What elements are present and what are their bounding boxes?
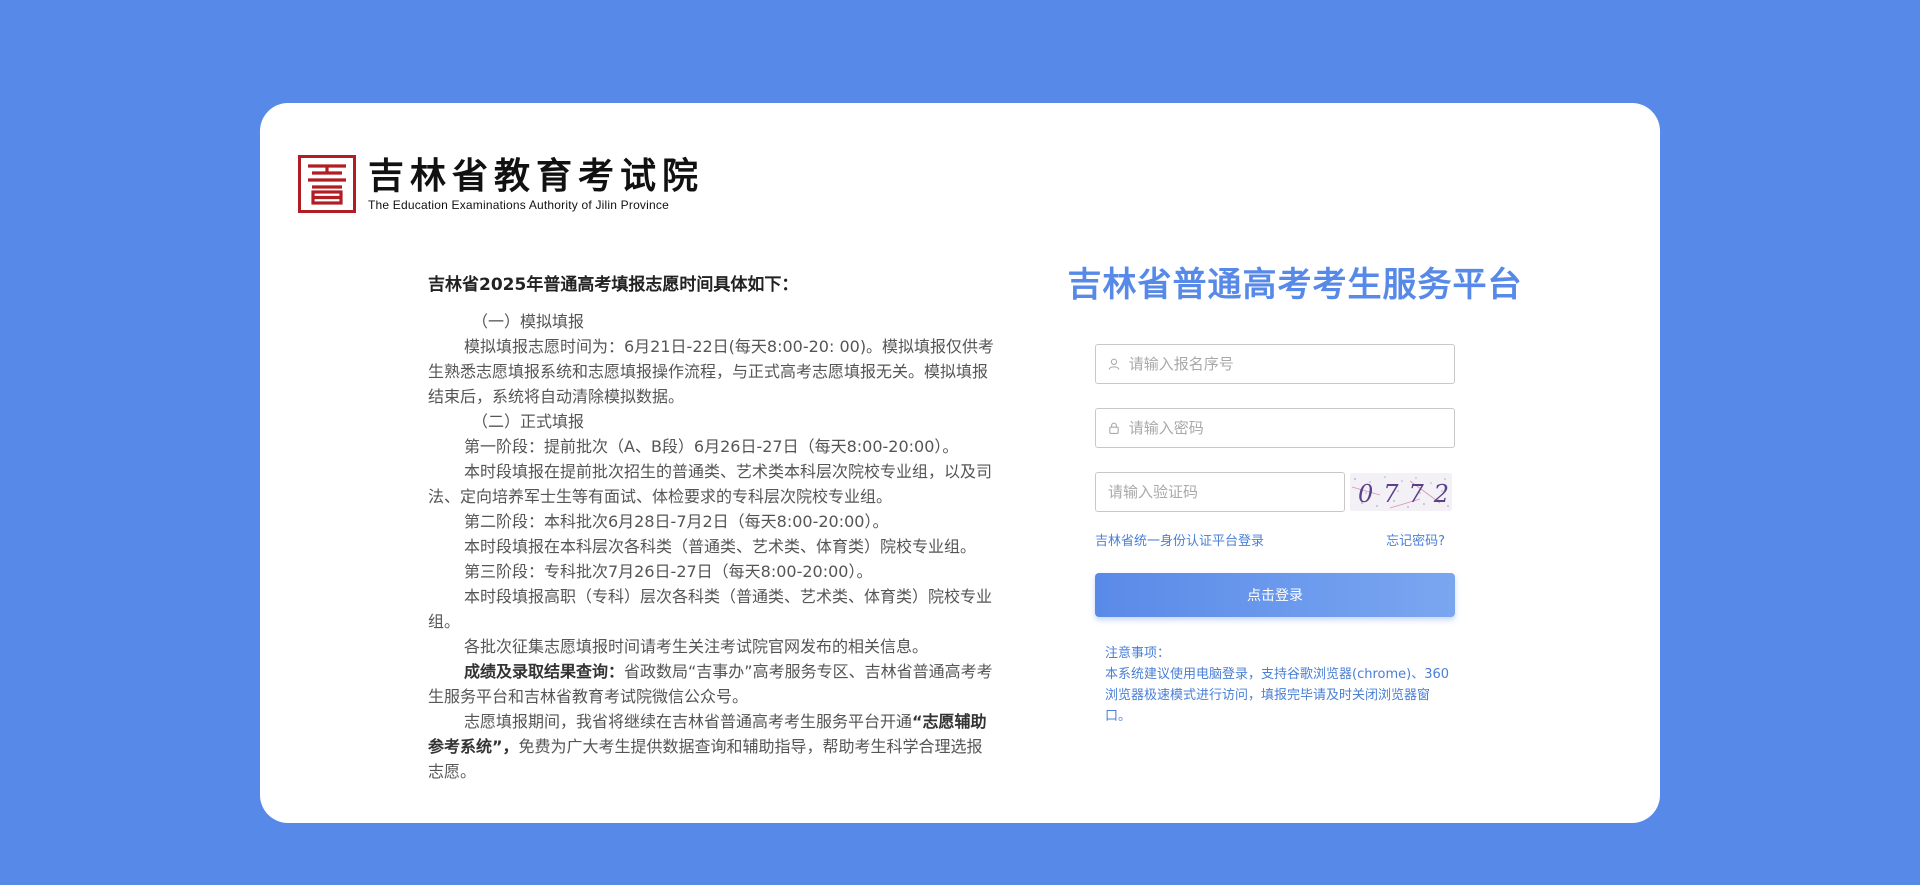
platform-title: 吉林省普通高考考生服务平台 (1067, 265, 1523, 305)
notice-aux-pre: 志愿填报期间，我省将继续在吉林省普通高考考生服务平台开通 (464, 712, 913, 731)
password-input[interactable] (1126, 409, 1454, 447)
unified-login-link[interactable]: 吉林省统一身份认证平台登录 (1095, 530, 1264, 549)
seal-logo-icon (298, 155, 356, 213)
notice-stage-2-body: 本时段填报在本科层次各科类（普通类、艺术类、体育类）院校专业组。 (464, 537, 977, 556)
notice-section-1-body: 模拟填报志愿时间为：6月21日-22日(每天8:00-20: 00)。模拟填报仅… (428, 337, 995, 406)
password-field[interactable] (1095, 408, 1455, 448)
tips-title: 注意事项： (1105, 646, 1171, 661)
captcha-text: 0772 (1358, 480, 1452, 508)
captcha-input[interactable] (1096, 473, 1344, 511)
notice-tips: 注意事项： 本系统建议使用电脑登录，支持谷歌浏览器(chrome)、360浏览器… (1105, 643, 1450, 727)
user-icon (1108, 357, 1121, 371)
notice-panel: 吉林省2025年普通高考填报志愿时间具体如下： （一）模拟填报 模拟填报志愿时间… (428, 271, 996, 784)
notice-title: 吉林省2025年普通高考填报志愿时间具体如下： (428, 275, 799, 295)
lock-icon (1108, 421, 1121, 435)
notice-stage-2-title: 第二阶段：本科批次6月28日-7月2日（每天8:00-20:00）。 (464, 512, 889, 531)
logo-chinese-name: 吉林省教育考试院 (368, 155, 705, 197)
notice-stage-3-title: 第三阶段：专科批次7月26日-27日（每天8:00-20:00）。 (464, 562, 873, 581)
tips-body: 本系统建议使用电脑登录，支持谷歌浏览器(chrome)、360浏览器极速模式进行… (1105, 667, 1450, 724)
notice-section-1-title: （一）模拟填报 (472, 312, 585, 331)
main-card: 吉林省教育考试院 The Education Examinations Auth… (260, 103, 1660, 823)
notice-aux: 志愿填报期间，我省将继续在吉林省普通高考考生服务平台开通“志愿辅助参考系统”，免… (428, 709, 996, 784)
login-button[interactable]: 点击登录 (1095, 573, 1455, 617)
captcha-image[interactable]: 0772 (1350, 473, 1452, 511)
notice-stage-3-body: 本时段填报高职（专科）层次各科类（普通类、艺术类、体育类）院校专业组。 (428, 587, 993, 631)
login-links: 吉林省统一身份认证平台登录 忘记密码? (1095, 530, 1445, 549)
captcha-field[interactable] (1095, 472, 1345, 512)
forgot-password-link[interactable]: 忘记密码? (1386, 530, 1445, 549)
logo-english-name: The Education Examinations Authority of … (368, 198, 669, 212)
username-input[interactable] (1126, 345, 1454, 383)
notice-result: 成绩及录取结果查询：省政数局“吉事办”高考服务专区、吉林省普通高考考生服务平台和… (428, 659, 996, 709)
notice-collect: 各批次征集志愿填报时间请考生关注考试院官网发布的相关信息。 (464, 637, 929, 656)
logo: 吉林省教育考试院 The Education Examinations Auth… (298, 153, 704, 215)
notice-result-label: 成绩及录取结果查询： (464, 662, 625, 681)
notice-section-2-title: （二）正式填报 (472, 412, 585, 431)
notice-stage-1-body: 本时段填报在提前批次招生的普通类、艺术类本科层次院校专业组，以及司法、定向培养军… (428, 462, 993, 506)
notice-stage-1-title: 第一阶段：提前批次（A、B段）6月26日-27日（每天8:00-20:00）。 (464, 437, 959, 456)
username-field[interactable] (1095, 344, 1455, 384)
